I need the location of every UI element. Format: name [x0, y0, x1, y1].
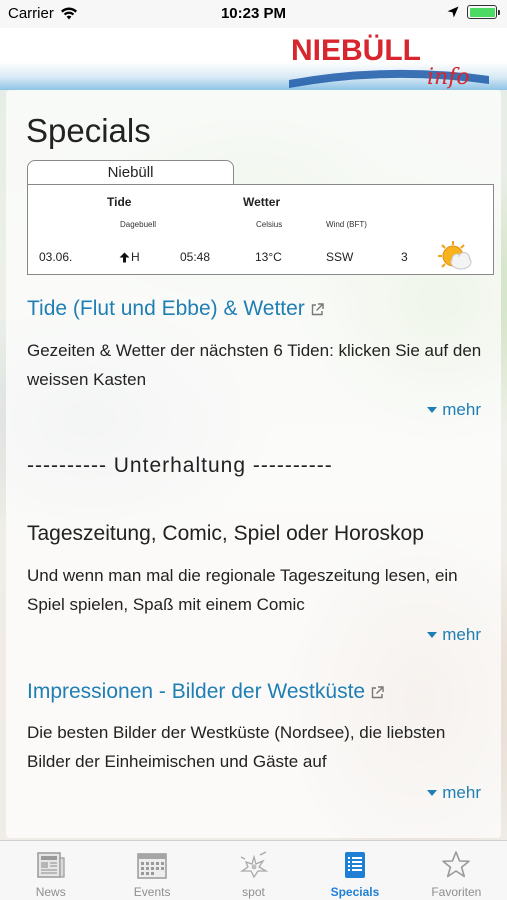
list-icon — [344, 852, 365, 878]
impressions-more-button[interactable]: mehr — [427, 783, 481, 803]
more-label: mehr — [442, 783, 481, 802]
newspaper-icon — [36, 852, 65, 878]
tide-direction: H — [119, 250, 140, 264]
tab-favoriten-label: Favoriten — [431, 885, 482, 899]
location-arrow-icon — [447, 6, 459, 18]
tab-bar: News Events spot Specials Favoriten — [0, 840, 507, 900]
tab-specials[interactable]: Specials — [304, 841, 405, 900]
caret-down-icon — [427, 407, 438, 413]
external-link-icon — [371, 685, 384, 698]
impressions-link[interactable]: Impressionen - Bilder der Westküste — [27, 680, 384, 704]
wind-force: 3 — [401, 250, 408, 264]
newspaper-comic-heading[interactable]: Tageszeitung, Comic, Spiel oder Horoskop — [27, 522, 424, 546]
tide-weather-link[interactable]: Tide (Flut und Ebbe) & Wetter — [27, 297, 324, 321]
calendar-icon — [137, 853, 167, 879]
tide-date: 03.06. — [39, 250, 73, 264]
caret-down-icon — [427, 632, 438, 638]
arrow-up-icon — [119, 252, 130, 262]
wind-direction: SSW — [326, 250, 354, 264]
impressions-description: Die besten Bilder der Westküste (Nordsee… — [27, 723, 446, 771]
tab-events-label: Events — [133, 885, 171, 899]
tide-weather-description: Gezeiten & Wetter der nächsten 6 Tiden: … — [27, 341, 482, 389]
tab-news-label: News — [35, 885, 66, 899]
tide-weather-more-button[interactable]: mehr — [427, 400, 481, 420]
tide-weather-link-label: Tide (Flut und Ebbe) & Wetter — [27, 297, 305, 320]
tide-location-tab[interactable]: Niebüll — [27, 160, 234, 185]
tab-spot[interactable]: spot — [203, 841, 304, 900]
tide-label: Tide — [107, 195, 132, 209]
newspaper-comic-description: Und wenn man mal die regionale Tageszeit… — [27, 566, 458, 614]
impressions-link-label: Impressionen - Bilder der Westküste — [27, 680, 366, 703]
tide-weather-box[interactable]: Tide Dagebuell Wetter Celsius Wind (BFT)… — [27, 184, 494, 275]
star-icon — [442, 851, 471, 878]
more-label: mehr — [442, 400, 481, 419]
celsius-label: Celsius — [256, 220, 283, 229]
wind-label: Wind (BFT) — [326, 220, 367, 229]
weather-label: Wetter — [243, 195, 281, 209]
tab-favoriten[interactable]: Favoriten — [406, 841, 507, 900]
battery-icon — [467, 5, 500, 19]
app-header: NIEBÜLL info — [0, 28, 507, 90]
svg-text:info: info — [427, 65, 470, 90]
svg-text:NIEBÜLL: NIEBÜLL — [291, 34, 421, 67]
niebuell-info-logo: NIEBÜLL info — [289, 34, 489, 90]
spot-icon — [239, 851, 268, 879]
entertainment-divider: ---------- Unterhaltung ---------- — [27, 454, 333, 477]
temperature: 13°C — [255, 250, 282, 264]
caret-down-icon — [427, 790, 438, 796]
more-label: mehr — [442, 625, 481, 644]
tide-location-sub: Dagebuell — [120, 220, 157, 229]
clock: 10:23 PM — [220, 5, 287, 22]
tab-events[interactable]: Events — [101, 841, 202, 900]
external-link-icon — [311, 302, 324, 315]
status-bar: Carrier 10:23 PM — [0, 0, 507, 28]
tab-spot-label: spot — [242, 885, 265, 899]
status-right — [447, 5, 500, 19]
sun-cloud-icon — [438, 241, 472, 270]
page-title: Specials — [26, 112, 151, 149]
tab-news[interactable]: News — [0, 841, 101, 900]
tide-time: 05:48 — [180, 250, 211, 264]
tab-specials-label: Specials — [330, 885, 380, 899]
newspaper-comic-more-button[interactable]: mehr — [427, 625, 481, 645]
tide-direction-value: H — [131, 250, 140, 264]
